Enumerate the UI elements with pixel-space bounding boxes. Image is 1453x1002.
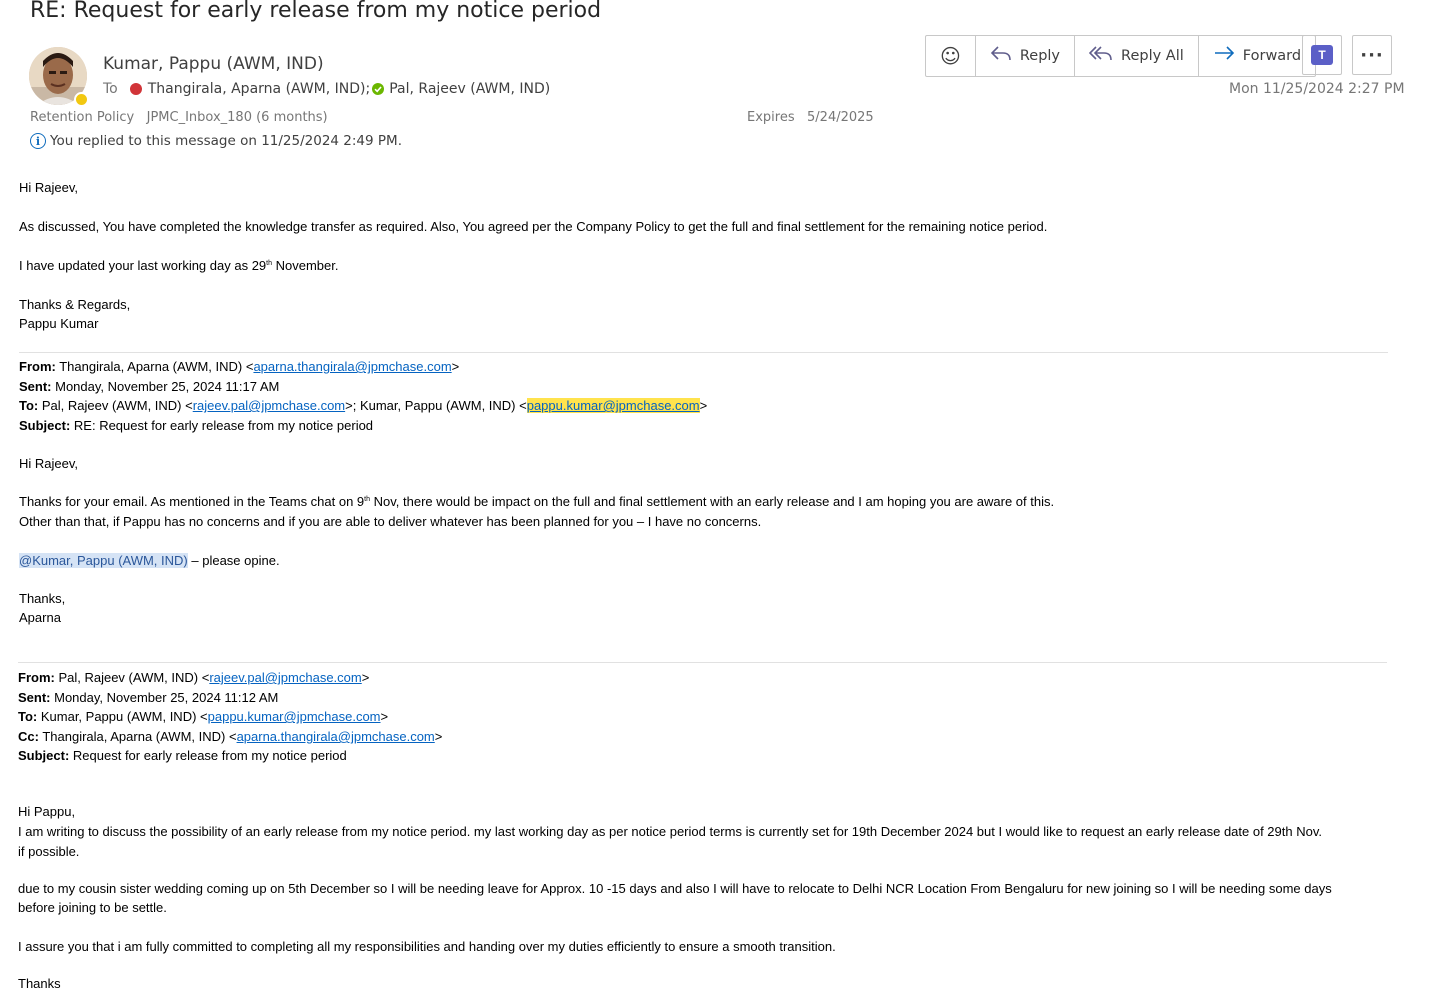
presence-busy-icon	[129, 83, 142, 95]
email-subject: RE: Request for early release from my no…	[30, 0, 602, 23]
expires: Expires 5/24/2025	[747, 110, 874, 125]
msg2-to-name2: >; Kumar, Pappu (AWM, IND) <	[345, 398, 527, 413]
msg2-from-name: Thangirala, Aparna (AWM, IND) <	[55, 359, 254, 374]
reply-all-label: Reply All	[1121, 48, 1184, 64]
presence-available-icon	[372, 83, 385, 95]
msg3-sent-label: Sent:	[18, 690, 51, 705]
msg3-to: To: Kumar, Pappu (AWM, IND) <pappu.kumar…	[18, 709, 389, 724]
expires-label: Expires	[747, 110, 795, 125]
reply-all-arrow-icon	[1088, 45, 1113, 67]
msg1-greeting: Hi Rajeev,	[19, 180, 79, 195]
message-actions-toolbar: ☺ Reply Reply All Forward	[925, 35, 1317, 77]
teams-share-button[interactable]: T	[1302, 35, 1342, 75]
msg1-closing: Thanks & Regards,	[19, 297, 131, 312]
msg2-subject: Subject: RE: Request for early release f…	[19, 416, 373, 435]
sender-name[interactable]: Kumar, Pappu (AWM, IND)	[103, 54, 324, 74]
info-icon: i	[30, 133, 46, 149]
msg2-subject-label: Subject:	[19, 418, 71, 433]
msg3-greeting: Hi Pappu,	[18, 804, 76, 819]
retention-policy: Retention Policy JPMC_Inbox_180 (6 month…	[30, 110, 328, 125]
msg1-paragraph-2: I have updated your last working day as …	[19, 256, 338, 275]
msg3-to-email-link[interactable]: pappu.kumar@jpmchase.com	[208, 709, 381, 724]
forward-label: Forward	[1242, 48, 1302, 64]
msg2-from-label: From:	[19, 359, 56, 374]
msg1-p2-text: I have updated your last working day as …	[19, 258, 267, 273]
msg3-sent: Sent: Monday, November 25, 2024 11:12 AM	[18, 688, 278, 707]
msg3-cc-label: Cc:	[18, 729, 39, 744]
msg2-from: From: Thangirala, Aparna (AWM, IND) <apa…	[19, 359, 460, 374]
msg2-to-email1-link[interactable]: rajeev.pal@jpmchase.com	[193, 398, 345, 413]
msg3-paragraph-1-line-2: if possible.	[18, 844, 80, 859]
msg3-cc-name: Thangirala, Aparna (AWM, IND) <	[38, 729, 237, 744]
msg2-closing: Thanks,	[19, 591, 66, 606]
msg2-mention-line: @Kumar, Pappu (AWM, IND) – please opine.	[19, 551, 280, 570]
msg3-paragraph-1-line-1: I am writing to discuss the possibility …	[18, 824, 1322, 839]
msg2-sent-label: Sent:	[19, 379, 52, 394]
msg3-from-name: Pal, Rajeev (AWM, IND) <	[54, 670, 210, 685]
msg3-closing: Thanks	[18, 976, 61, 991]
msg2-mention-after: – please opine.	[187, 553, 280, 568]
msg3-to-name: Kumar, Pappu (AWM, IND) <	[37, 709, 208, 724]
msg3-sent-value: Monday, November 25, 2024 11:12 AM	[50, 690, 279, 705]
msg2-greeting: Hi Rajeev,	[19, 456, 79, 471]
teams-icon: T	[1311, 45, 1333, 65]
msg3-from-label: From:	[18, 670, 55, 685]
to-label: To	[103, 81, 118, 97]
msg2-mention[interactable]: @Kumar, Pappu (AWM, IND)	[19, 553, 188, 568]
forward-button[interactable]: Forward	[1199, 36, 1315, 76]
recipient-rajeev[interactable]: Pal, Rajeev (AWM, IND)	[389, 81, 550, 97]
msg3-subject-label: Subject:	[18, 748, 70, 763]
retention-label: Retention Policy	[30, 110, 135, 125]
msg2-subject-value: RE: Request for early release from my no…	[70, 418, 374, 433]
msg2-paragraph-1: Thanks for your email. As mentioned in t…	[19, 492, 1054, 511]
replied-info-text: You replied to this message on 11/25/202…	[50, 133, 402, 149]
forward-arrow-icon	[1213, 45, 1235, 67]
recipient-aparna[interactable]: Thangirala, Aparna (AWM, IND);	[148, 81, 370, 97]
msg1-signature: Pappu Kumar	[19, 316, 99, 331]
msg1-p2-text-end: November.	[272, 258, 339, 273]
reply-label: Reply	[1019, 48, 1061, 64]
msg1-paragraph-1: As discussed, You have completed the kno…	[19, 219, 1048, 234]
msg3-paragraph-2-line-2: before joining to be settle.	[18, 900, 167, 915]
separator-1	[19, 352, 1388, 353]
msg2-from-email-link[interactable]: aparna.thangirala@jpmchase.com	[253, 359, 451, 374]
recipients-line: To Thangirala, Aparna (AWM, IND); Pal, R…	[103, 81, 550, 97]
msg3-cc-email-link[interactable]: aparna.thangirala@jpmchase.com	[237, 729, 435, 744]
reply-all-button[interactable]: Reply All	[1075, 36, 1199, 76]
msg3-from: From: Pal, Rajeev (AWM, IND) <rajeev.pal…	[18, 670, 370, 685]
smiley-icon: ☺	[940, 44, 961, 68]
msg2-sent-value: Monday, November 25, 2024 11:17 AM	[51, 379, 280, 394]
msg3-subject: Subject: Request for early release from …	[18, 746, 347, 765]
presence-away-badge	[74, 92, 89, 107]
msg3-from-email-link[interactable]: rajeev.pal@jpmchase.com	[209, 670, 361, 685]
msg3-cc: Cc: Thangirala, Aparna (AWM, IND) <aparn…	[18, 729, 443, 744]
separator-2	[18, 662, 1387, 663]
msg2-signature: Aparna	[19, 610, 61, 625]
msg2-paragraph-2: Other than that, if Pappu has no concern…	[19, 514, 762, 529]
msg2-to-name1: Pal, Rajeev (AWM, IND) <	[38, 398, 193, 413]
reply-arrow-icon	[990, 45, 1012, 67]
more-icon: ···	[1360, 44, 1384, 66]
received-date: Mon 11/25/2024 2:27 PM	[1229, 81, 1405, 97]
msg2-p1-text-end: Nov, there would be impact on the full a…	[370, 494, 1055, 509]
msg3-paragraph-2-line-1: due to my cousin sister wedding coming u…	[18, 881, 1332, 896]
more-actions-button[interactable]: ···	[1352, 35, 1392, 75]
reply-button[interactable]: Reply	[976, 36, 1076, 76]
expires-value: 5/24/2025	[807, 110, 874, 125]
msg3-paragraph-3: I assure you that i am fully committed t…	[18, 939, 836, 954]
emoji-reaction-button[interactable]: ☺	[926, 36, 976, 76]
msg2-to: To: Pal, Rajeev (AWM, IND) <rajeev.pal@j…	[19, 398, 708, 413]
retention-value[interactable]: JPMC_Inbox_180 (6 months)	[147, 110, 328, 125]
msg2-to-label: To:	[19, 398, 39, 413]
msg2-sent: Sent: Monday, November 25, 2024 11:17 AM	[19, 377, 279, 396]
msg3-to-label: To:	[18, 709, 38, 724]
msg3-subject-value: Request for early release from my notice…	[69, 748, 347, 763]
msg2-to-email2-link[interactable]: pappu.kumar@jpmchase.com	[526, 398, 700, 413]
msg2-p1-text: Thanks for your email. As mentioned in t…	[19, 494, 365, 509]
replied-info-bar: i You replied to this message on 11/25/2…	[30, 133, 402, 149]
